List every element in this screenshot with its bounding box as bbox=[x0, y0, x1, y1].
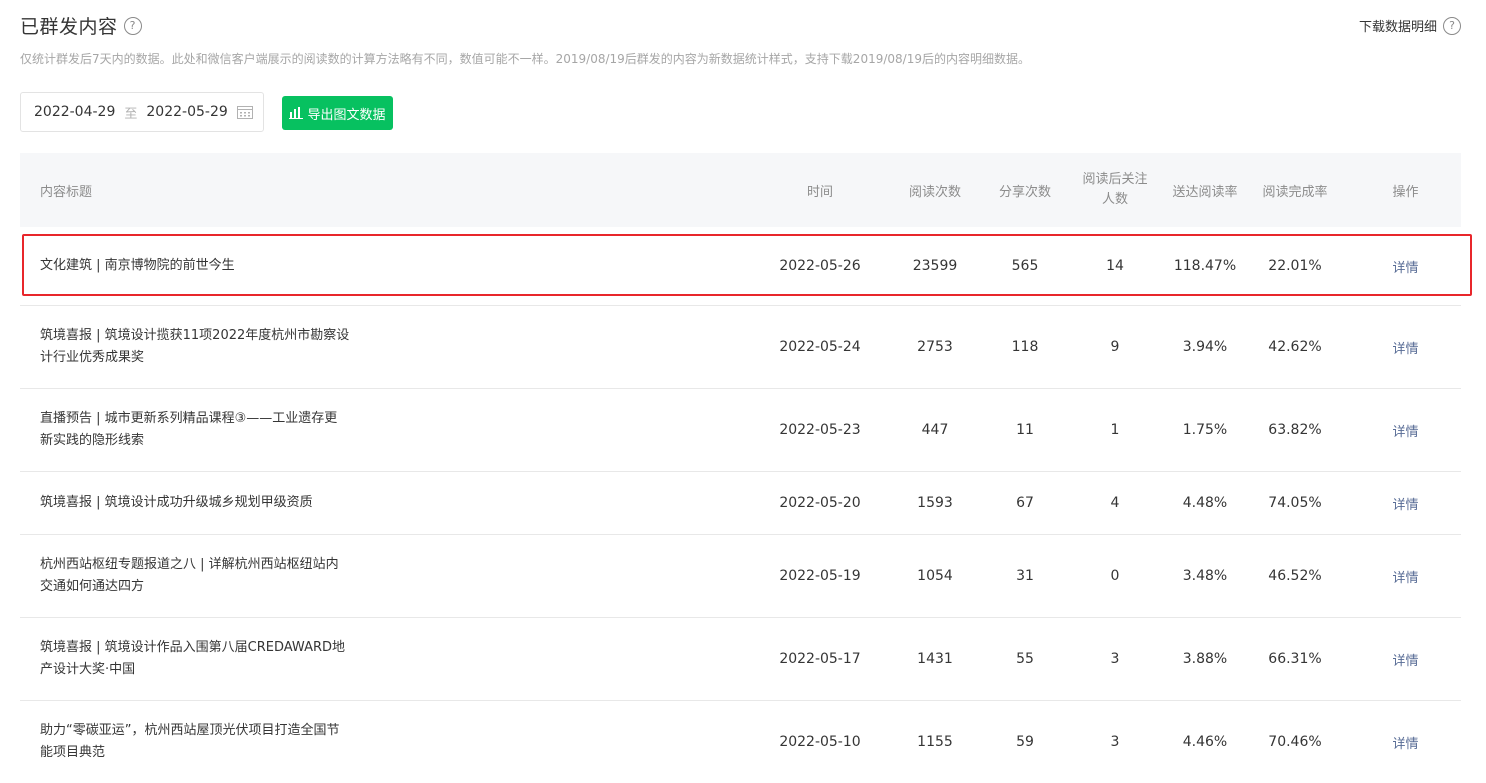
row-title: 助力“零碳亚运”，杭州西站屋顶光伏项目打造全国节能项目典范 bbox=[40, 723, 340, 760]
row-time: 2022-05-17 bbox=[779, 651, 861, 667]
row-title: 杭州西站枢纽专题报道之八 | 详解杭州西站枢纽站内交通如何通达四方 bbox=[40, 557, 339, 594]
row-follows: 9 bbox=[1110, 339, 1120, 355]
row-reads: 2753 bbox=[917, 339, 953, 355]
row-title: 筑境喜报 | 筑境设计揽获11项2022年度杭州市勘察设计行业优秀成果奖 bbox=[40, 328, 350, 365]
header-reads: 阅读次数 bbox=[908, 184, 961, 200]
row-follows: 4 bbox=[1110, 495, 1120, 511]
start-date[interactable]: 2022-04-29 bbox=[34, 104, 115, 120]
row-title: 筑境喜报 | 筑境设计成功升级城乡规划甲级资质 bbox=[40, 495, 313, 510]
row-time: 2022-05-26 bbox=[779, 258, 861, 274]
row-time: 2022-05-19 bbox=[779, 568, 861, 584]
row-follows: 14 bbox=[1106, 258, 1124, 274]
table-row: 直播预告 | 城市更新系列精品课程③——工业遗存更新实践的隐形线索 2022-0… bbox=[20, 389, 1461, 472]
calendar-icon[interactable] bbox=[237, 105, 253, 119]
details-link[interactable]: 详情 bbox=[1392, 737, 1418, 752]
header-complete-rate: 阅读完成率 bbox=[1262, 184, 1328, 200]
row-reads: 1431 bbox=[917, 651, 953, 667]
row-reach-rate: 4.48% bbox=[1182, 495, 1228, 511]
row-follows: 3 bbox=[1110, 734, 1120, 750]
header-follows: 阅读后关注人数 bbox=[1082, 172, 1148, 207]
table-row: 筑境喜报 | 筑境设计揽获11项2022年度杭州市勘察设计行业优秀成果奖 202… bbox=[20, 306, 1461, 389]
details-link[interactable]: 详情 bbox=[1392, 654, 1418, 669]
row-reach-rate: 4.46% bbox=[1182, 734, 1228, 750]
row-shares: 31 bbox=[1016, 568, 1034, 584]
row-complete-rate: 46.52% bbox=[1268, 568, 1322, 584]
date-separator: 至 bbox=[124, 106, 138, 122]
row-time: 2022-05-23 bbox=[779, 422, 861, 438]
table-row: 筑境喜报 | 筑境设计作品入围第八届CREDAWARD地产设计大奖·中国 202… bbox=[20, 618, 1461, 701]
details-link[interactable]: 详情 bbox=[1392, 342, 1418, 357]
header-title: 内容标题 bbox=[40, 184, 93, 200]
row-complete-rate: 42.62% bbox=[1268, 339, 1322, 355]
table-row: 助力“零碳亚运”，杭州西站屋顶光伏项目打造全国节能项目典范 2022-05-10… bbox=[20, 701, 1461, 783]
help-icon[interactable]: ? bbox=[123, 16, 142, 35]
download-details-label[interactable]: 下载数据明细 bbox=[1359, 16, 1437, 35]
table-row: 杭州西站枢纽专题报道之八 | 详解杭州西站枢纽站内交通如何通达四方 2022-0… bbox=[20, 535, 1461, 618]
row-title: 直播预告 | 城市更新系列精品课程③——工业遗存更新实践的隐形线索 bbox=[40, 411, 338, 448]
row-reads: 447 bbox=[921, 422, 949, 438]
row-reach-rate: 1.75% bbox=[1182, 422, 1228, 438]
row-shares: 55 bbox=[1016, 651, 1034, 667]
details-link[interactable]: 详情 bbox=[1392, 261, 1418, 276]
row-complete-rate: 63.82% bbox=[1268, 422, 1322, 438]
export-article-data-button[interactable]: 导出图文数据 bbox=[282, 96, 393, 130]
page-header: 已群发内容 ? bbox=[20, 12, 142, 39]
header-time: 时间 bbox=[806, 184, 833, 200]
header-operation: 操作 bbox=[1392, 184, 1419, 200]
bar-chart-icon bbox=[289, 107, 304, 119]
row-time: 2022-05-20 bbox=[779, 495, 861, 511]
row-complete-rate: 66.31% bbox=[1268, 651, 1322, 667]
details-link[interactable]: 详情 bbox=[1392, 498, 1418, 513]
row-time: 2022-05-24 bbox=[779, 339, 861, 355]
row-shares: 11 bbox=[1016, 422, 1034, 438]
download-help-icon[interactable]: ? bbox=[1443, 16, 1461, 35]
row-complete-rate: 22.01% bbox=[1268, 258, 1322, 274]
page-title: 已群发内容 bbox=[20, 16, 118, 38]
row-reads: 1054 bbox=[917, 568, 953, 584]
date-range-picker[interactable]: 2022-04-29 至 2022-05-29 bbox=[20, 92, 264, 132]
row-follows: 1 bbox=[1110, 422, 1120, 438]
table-row: 筑境喜报 | 筑境设计成功升级城乡规划甲级资质 2022-05-20 1593 … bbox=[20, 472, 1461, 535]
row-follows: 0 bbox=[1110, 568, 1120, 584]
row-reach-rate: 3.88% bbox=[1182, 651, 1228, 667]
row-complete-rate: 70.46% bbox=[1268, 734, 1322, 750]
download-details-link[interactable]: 下载数据明细 ? bbox=[1359, 16, 1461, 35]
details-link[interactable]: 详情 bbox=[1392, 571, 1418, 586]
row-reach-rate: 118.47% bbox=[1173, 258, 1237, 274]
row-shares: 118 bbox=[1011, 339, 1039, 355]
row-reach-rate: 3.94% bbox=[1182, 339, 1228, 355]
row-follows: 3 bbox=[1110, 651, 1120, 667]
row-reads: 23599 bbox=[912, 258, 958, 274]
row-shares: 565 bbox=[1011, 258, 1039, 274]
table-header: 内容标题 时间 阅读次数 分享次数 阅读后关注人数 送达阅读率 阅读完成率 操作 bbox=[20, 153, 1461, 227]
row-reads: 1593 bbox=[917, 495, 953, 511]
row-time: 2022-05-10 bbox=[779, 734, 861, 750]
row-shares: 59 bbox=[1016, 734, 1034, 750]
published-content-table: 内容标题 时间 阅读次数 分享次数 阅读后关注人数 送达阅读率 阅读完成率 操作… bbox=[20, 153, 1461, 783]
row-reach-rate: 3.48% bbox=[1182, 568, 1228, 584]
row-shares: 67 bbox=[1016, 495, 1034, 511]
row-reads: 1155 bbox=[917, 734, 953, 750]
row-complete-rate: 74.05% bbox=[1268, 495, 1322, 511]
end-date[interactable]: 2022-05-29 bbox=[146, 104, 227, 120]
statistics-notice: 仅统计群发后7天内的数据。此处和微信客户端展示的阅读数的计算方法略有不同，数值可… bbox=[20, 52, 1030, 66]
header-reach-rate: 送达阅读率 bbox=[1172, 184, 1238, 200]
table-row: 文化建筑 | 南京博物院的前世今生 2022-05-26 23599 565 1… bbox=[20, 227, 1461, 306]
details-link[interactable]: 详情 bbox=[1392, 425, 1418, 440]
export-button-label[interactable]: 导出图文数据 bbox=[307, 104, 385, 123]
header-shares: 分享次数 bbox=[998, 184, 1051, 200]
row-title: 文化建筑 | 南京博物院的前世今生 bbox=[40, 258, 235, 273]
row-title: 筑境喜报 | 筑境设计作品入围第八届CREDAWARD地产设计大奖·中国 bbox=[40, 640, 346, 677]
